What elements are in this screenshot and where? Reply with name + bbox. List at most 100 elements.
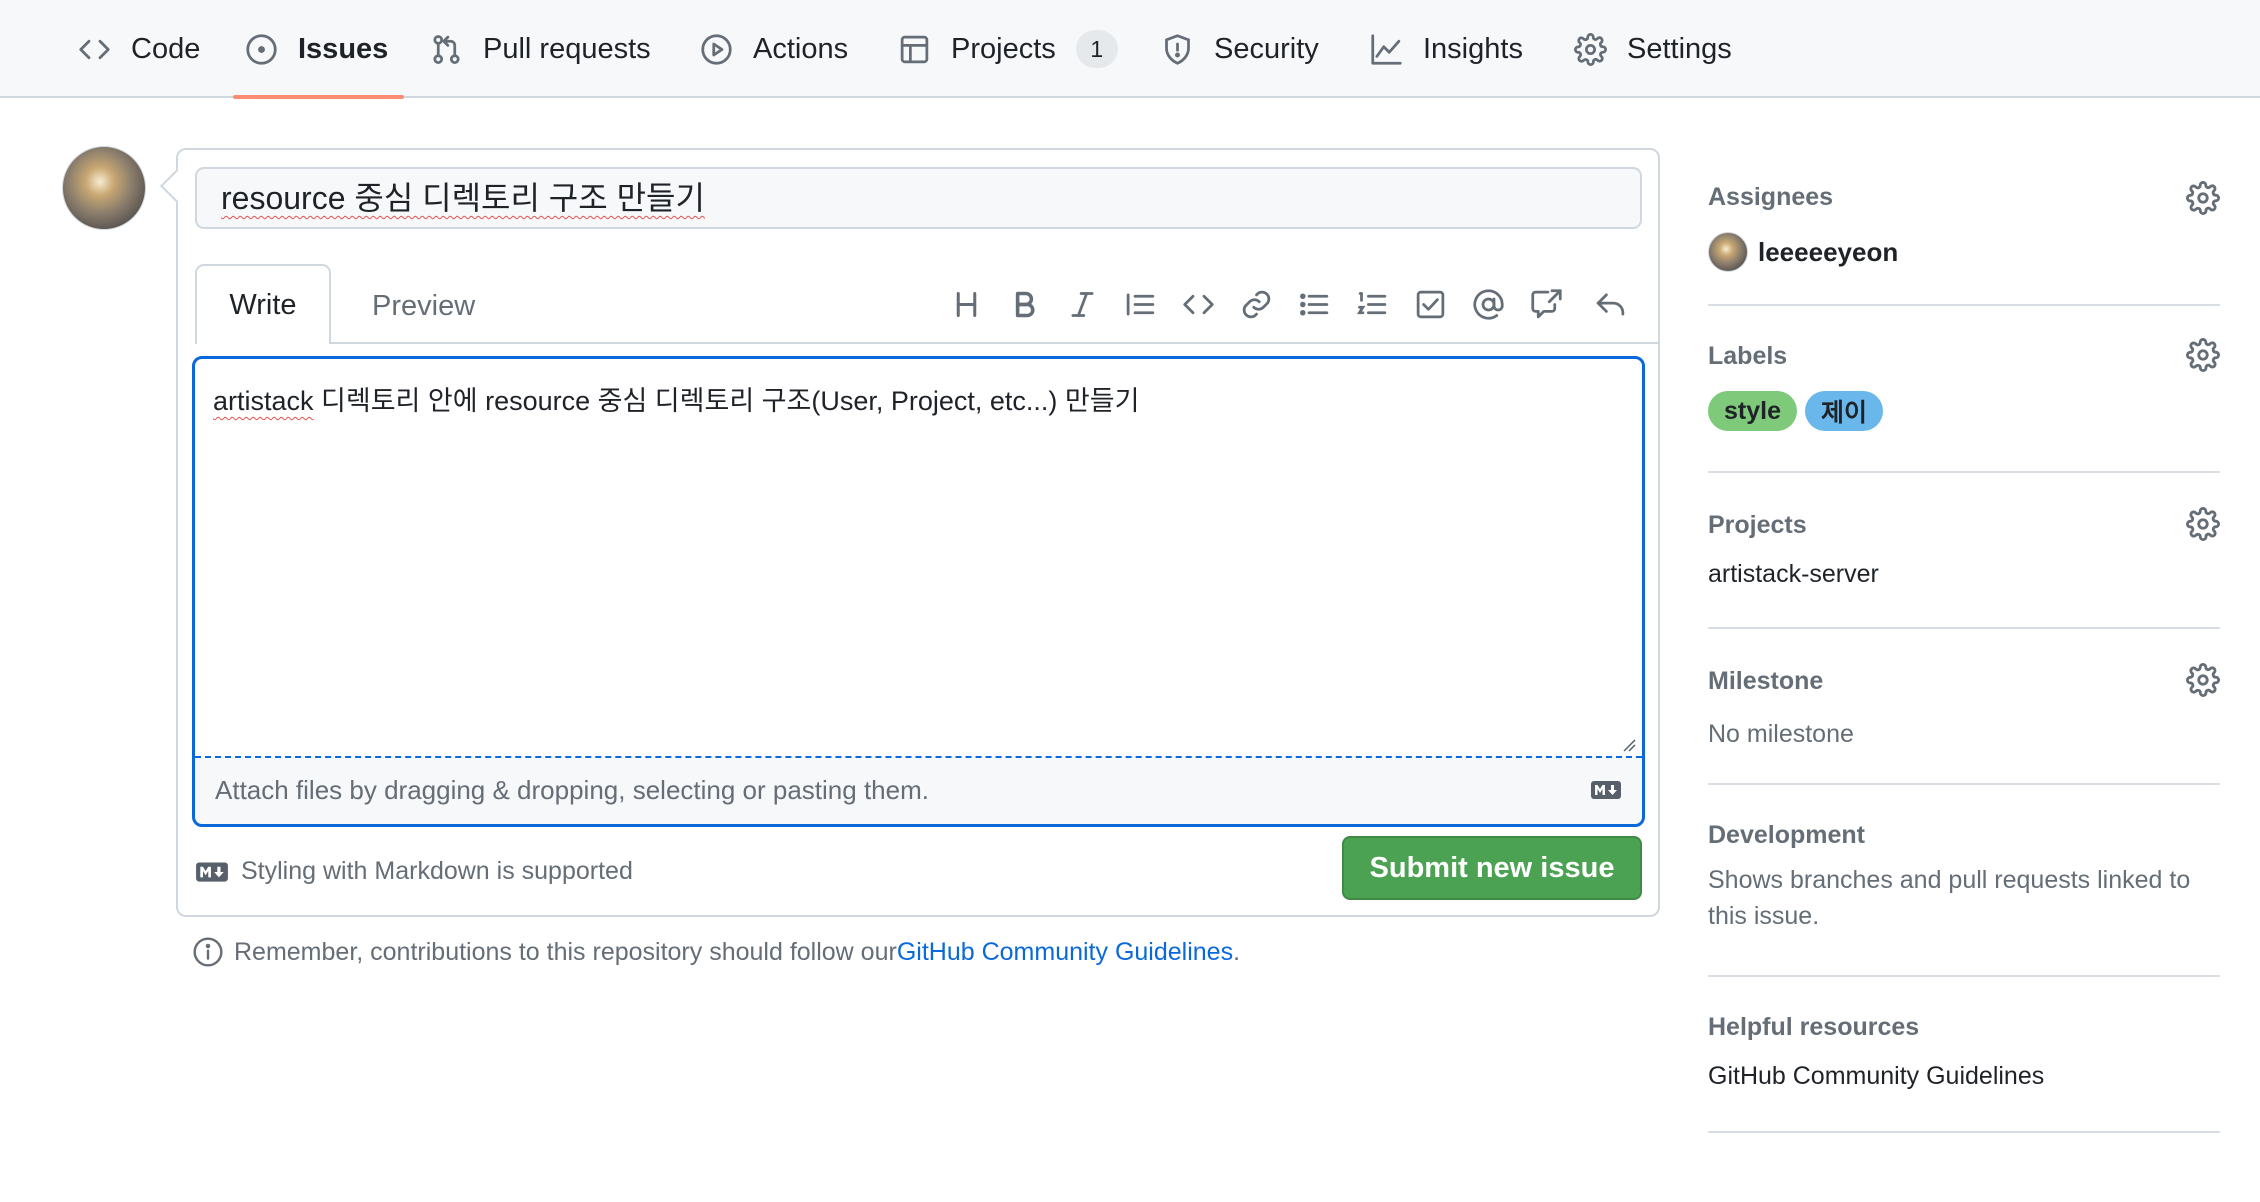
quote-button[interactable] (1120, 284, 1160, 324)
tab-code[interactable]: Code (78, 0, 200, 98)
tab-security[interactable]: Security (1161, 0, 1319, 98)
markdown-supported-note[interactable]: Styling with Markdown is supported (195, 857, 633, 886)
gear-icon (2186, 338, 2220, 372)
tab-projects[interactable]: Projects 1 (898, 0, 1118, 98)
development-description: Shows branches and pull requests linked … (1708, 866, 2191, 930)
labels-title: Labels (1708, 342, 1788, 370)
projects-counter: 1 (1075, 30, 1118, 68)
milestone-section: Milestone No milestone (1708, 629, 2220, 785)
bold-icon (1015, 291, 1034, 317)
tab-pull-requests-label: Pull requests (483, 32, 651, 65)
contribution-note: Remember, contributions to this reposito… (192, 936, 1240, 968)
ordered-list-icon (1356, 291, 1386, 314)
labels-section: Labels style 제이 (1708, 306, 2220, 473)
tab-issues-label: Issues (298, 32, 389, 65)
milestone-value: No milestone (1708, 720, 1854, 748)
info-icon (193, 937, 223, 967)
assignees-title: Assignees (1708, 183, 1834, 211)
heading-button[interactable] (946, 284, 986, 324)
reply-icon (1596, 293, 1624, 315)
cross-reference-icon (1530, 288, 1562, 318)
project-name[interactable]: artistack-server (1708, 560, 2220, 589)
git-pull-request-icon (433, 34, 460, 64)
projects-section: Projects artistack-server (1708, 473, 2220, 629)
tab-pull-requests[interactable]: Pull requests (430, 0, 651, 98)
code-button[interactable] (1178, 284, 1218, 324)
italic-button[interactable] (1062, 284, 1102, 324)
link-button[interactable] (1236, 284, 1276, 324)
table-icon (900, 35, 929, 63)
italic-icon (1071, 291, 1093, 317)
code-icon (79, 39, 110, 59)
tab-projects-label: Projects (951, 32, 1056, 65)
contribution-note-text: Remember, contributions to this reposito… (234, 937, 897, 966)
labels-settings-button[interactable] (2186, 338, 2220, 377)
markdown-note-text: Styling with Markdown is supported (241, 857, 633, 885)
tab-code-label: Code (131, 32, 201, 65)
unordered-list-icon (1299, 293, 1328, 315)
play-icon (701, 33, 732, 65)
submit-new-issue-button[interactable]: Submit new issue (1342, 836, 1642, 900)
tab-security-label: Security (1214, 32, 1319, 65)
body-text-content: 디렉토리 안에 resource 중심 디렉토리 구조(User, Projec… (313, 386, 1140, 416)
mention-button[interactable] (1468, 284, 1508, 324)
code-icon (1182, 294, 1214, 314)
assignee-item[interactable]: leeeeeyeon (1708, 232, 2220, 272)
shield-icon (1165, 33, 1190, 65)
community-guidelines-link[interactable]: GitHub Community Guidelines (897, 938, 1233, 967)
assignees-settings-button[interactable] (2186, 181, 2220, 220)
label-style[interactable]: style (1708, 391, 1797, 431)
reply-button[interactable] (1590, 284, 1630, 324)
tab-issues[interactable]: Issues (232, 0, 405, 99)
mention-icon (1472, 288, 1504, 320)
tab-actions[interactable]: Actions (700, 0, 848, 98)
helpful-resources-title: Helpful resources (1708, 1013, 1920, 1041)
assignee-name: leeeeeyeon (1758, 236, 1899, 267)
issue-body-textarea[interactable]: artistack 디렉토리 안에 resource 중심 디렉토리 구조(Us… (192, 356, 1645, 827)
helpful-resources-section: Helpful resources GitHub Community Guide… (1708, 977, 2220, 1133)
milestone-settings-button[interactable] (2186, 663, 2220, 702)
issue-title-input[interactable]: resource 중심 디렉토리 구조 만들기 (195, 167, 1642, 229)
tab-settings[interactable]: Settings (1574, 0, 1732, 98)
tab-write[interactable]: Write (195, 264, 331, 344)
tasklist-icon (1416, 290, 1444, 318)
title-text: resource 중심 디렉토리 구조 만들기 (221, 180, 705, 216)
issue-sidebar: Assignees leeeeeyeon Labels style 제이 Pro… (1708, 148, 2220, 1133)
tab-insights[interactable]: Insights (1370, 0, 1523, 98)
gear-icon (2186, 663, 2220, 697)
unordered-list-button[interactable] (1294, 284, 1334, 324)
resize-handle-icon[interactable] (1622, 738, 1636, 752)
repo-nav: Code Issues Pull requests Actions Projec… (0, 0, 2260, 99)
graph-icon (1371, 33, 1402, 65)
label-list: style 제이 (1708, 391, 2220, 431)
development-section: Development Shows branches and pull requ… (1708, 785, 2220, 977)
tab-settings-label: Settings (1627, 32, 1732, 65)
gear-icon (2186, 507, 2220, 541)
label-jay[interactable]: 제이 (1804, 391, 1883, 431)
markdown-icon (196, 861, 228, 882)
projects-settings-button[interactable] (2186, 507, 2220, 546)
tab-actions-label: Actions (753, 32, 849, 65)
assignees-section: Assignees leeeeeyeon (1708, 148, 2220, 306)
gear-icon (2186, 181, 2220, 215)
sidebar-community-guidelines-link[interactable]: GitHub Community Guidelines (1708, 1062, 2220, 1091)
assignee-avatar (1708, 232, 1748, 272)
issue-body-text: artistack 디렉토리 안에 resource 중심 디렉토리 구조(Us… (213, 379, 1139, 418)
ordered-list-button[interactable] (1352, 284, 1392, 324)
tab-preview[interactable]: Preview (372, 290, 475, 323)
quote-icon (1126, 293, 1154, 315)
form-pointer (160, 169, 194, 203)
body-text-spellcheck: artistack (213, 386, 314, 416)
file-attachment-bar[interactable]: Attach files by dragging & dropping, sel… (195, 756, 1642, 824)
author-avatar[interactable] (62, 146, 146, 230)
cross-reference-button[interactable] (1526, 284, 1566, 324)
tab-divider (331, 342, 1658, 344)
bold-button[interactable] (1004, 284, 1044, 324)
tasklist-button[interactable] (1410, 284, 1450, 324)
link-icon (1242, 290, 1270, 318)
heading-icon (956, 291, 976, 317)
development-title: Development (1708, 821, 1865, 849)
gear-icon (1574, 32, 1607, 66)
milestone-title: Milestone (1708, 667, 1824, 695)
markdown-icon (1591, 781, 1621, 799)
